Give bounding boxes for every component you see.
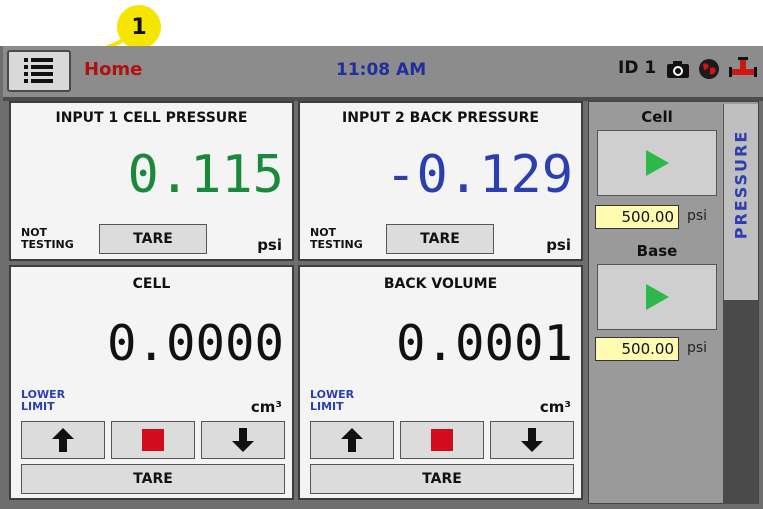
pressure-tab-label: PRESSURE [731,129,751,239]
unit-label: cm³ [539,398,571,416]
unit-label: psi [257,236,282,254]
panel-title: INPUT 1 CELL PRESSURE [55,110,248,126]
up-button[interactable] [21,421,105,459]
back-volume-value: 0.0001 [395,315,573,372]
home-label: Home [84,59,143,80]
base-play-button[interactable] [597,264,717,330]
down-button[interactable] [201,421,285,459]
valve-icon[interactable] [729,56,757,80]
limit-line2: LIMIT [310,400,344,413]
tare-button[interactable]: TARE [21,464,285,494]
unit-label: psi [546,236,571,254]
cell-label: Cell [641,108,673,126]
cell-pressure-value: 0.115 [127,145,284,205]
stop-icon [142,429,164,451]
play-icon [646,284,669,310]
limit-line2: LIMIT [21,400,55,413]
cell-play-button[interactable] [597,130,717,196]
status-line2: TESTING [21,238,74,251]
menu-button[interactable] [7,50,71,92]
input2-panel: INPUT 2 BACK PRESSURE -0.129 NOT TESTING… [298,101,583,261]
back-volume-panel: BACK VOLUME 0.0001 LOWER LIMIT cm³ TARE [298,265,583,500]
panel-title: CELL [132,276,171,292]
id-label: ID 1 [618,58,657,78]
tare-button[interactable]: TARE [310,464,574,494]
cell-volume-panel: CELL 0.0000 LOWER LIMIT cm³ TARE [9,265,294,500]
cell-setpoint-unit: psi [687,208,708,224]
tare-button[interactable]: TARE [386,224,494,254]
pressure-tab-label-wrap: PRESSURE [723,104,758,264]
panel-title: INPUT 2 BACK PRESSURE [342,110,539,126]
tare-button[interactable]: TARE [99,224,207,254]
globe-icon[interactable] [698,58,720,80]
input1-panel: INPUT 1 CELL PRESSURE 0.115 NOT TESTING … [9,101,294,261]
menu-icon [24,58,53,83]
up-arrow-icon [341,428,363,452]
stop-icon [431,429,453,451]
down-button[interactable] [490,421,574,459]
status-line2: TESTING [310,238,363,251]
camera-icon[interactable] [666,59,690,79]
stop-button[interactable] [111,421,195,459]
down-arrow-icon [232,428,254,452]
tab-body-dark [723,300,758,504]
cell-setpoint-input[interactable]: 500.00 [595,205,679,229]
base-setpoint-input[interactable]: 500.00 [595,337,679,361]
back-pressure-value: -0.129 [385,145,573,205]
play-icon [646,150,669,176]
up-arrow-icon [52,428,74,452]
base-setpoint-unit: psi [687,340,708,356]
cell-volume-value: 0.0000 [106,315,284,372]
clock: 11:08 AM [336,60,427,80]
callout-badge: 1 [117,5,161,49]
down-arrow-icon [521,428,543,452]
up-button[interactable] [310,421,394,459]
panel-title: BACK VOLUME [383,276,498,292]
base-label: Base [636,242,678,260]
stop-button[interactable] [400,421,484,459]
unit-label: cm³ [250,398,282,416]
